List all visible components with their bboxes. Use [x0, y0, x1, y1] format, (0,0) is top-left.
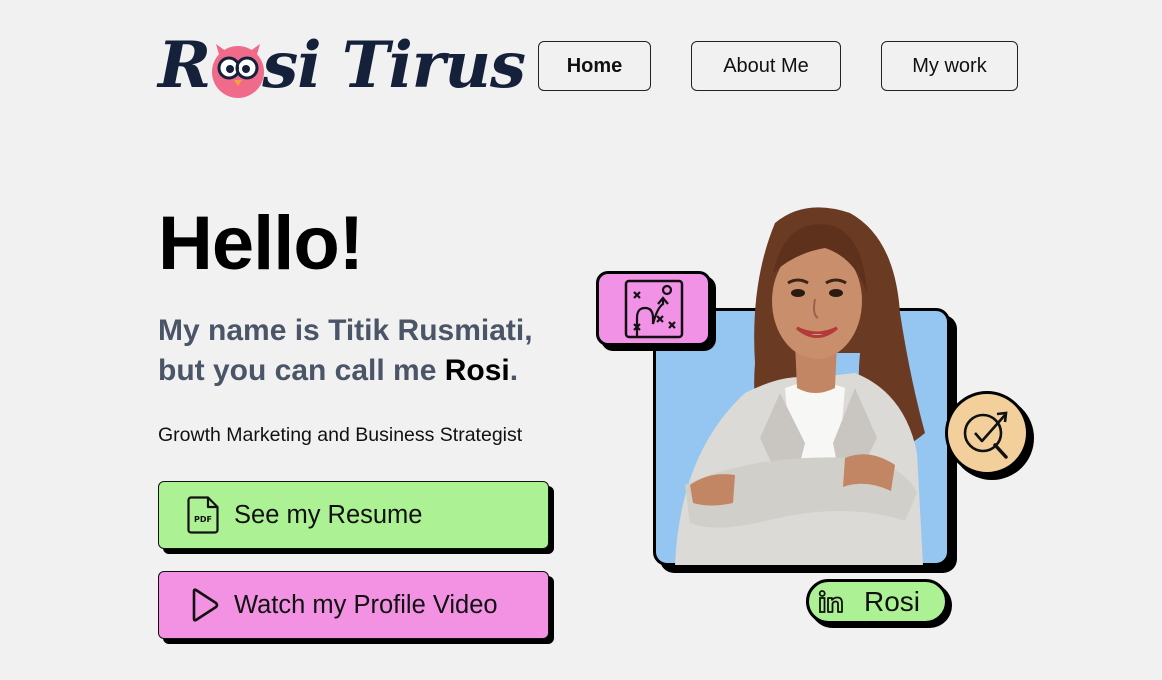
portrait-photo — [675, 207, 925, 565]
hero-intro: My name is Titik Rusmiati, but you can c… — [158, 311, 598, 391]
linkedin-icon — [818, 589, 844, 615]
intro-line-2-prefix: but you can call me — [158, 354, 445, 387]
growth-target-icon — [963, 411, 1008, 459]
growth-target-badge — [945, 391, 1029, 475]
see-resume-label: See my Resume — [234, 500, 423, 529]
intro-line-2-suffix: . — [509, 354, 519, 387]
svg-text:PDF: PDF — [194, 515, 212, 524]
nav-about-me-button[interactable]: About Me — [691, 41, 841, 91]
strategy-board-badge — [596, 271, 711, 346]
site-logo[interactable]: Rsi Tirus — [158, 20, 526, 112]
strategy-board-icon — [624, 279, 683, 338]
watch-profile-video-button[interactable]: Watch my Profile Video — [158, 571, 549, 639]
intro-line-1: My name is Titik Rusmiati, — [158, 314, 533, 347]
see-resume-button[interactable]: PDF See my Resume — [158, 481, 549, 549]
nav-home-button[interactable]: Home — [538, 41, 651, 91]
owl-mascot-icon — [212, 44, 264, 98]
intro-nickname: Rosi — [444, 354, 510, 387]
watch-profile-video-label: Watch my Profile Video — [234, 590, 498, 619]
hero-greeting: Hello! — [158, 201, 364, 286]
linkedin-name: Rosi — [864, 585, 921, 617]
nav-my-work-button[interactable]: My work — [881, 41, 1018, 91]
linkedin-profile-link[interactable]: Rosi — [806, 579, 948, 624]
pdf-file-icon: PDF — [185, 495, 221, 535]
hero-role: Growth Marketing and Business Strategist — [158, 424, 523, 446]
play-icon — [187, 585, 223, 625]
